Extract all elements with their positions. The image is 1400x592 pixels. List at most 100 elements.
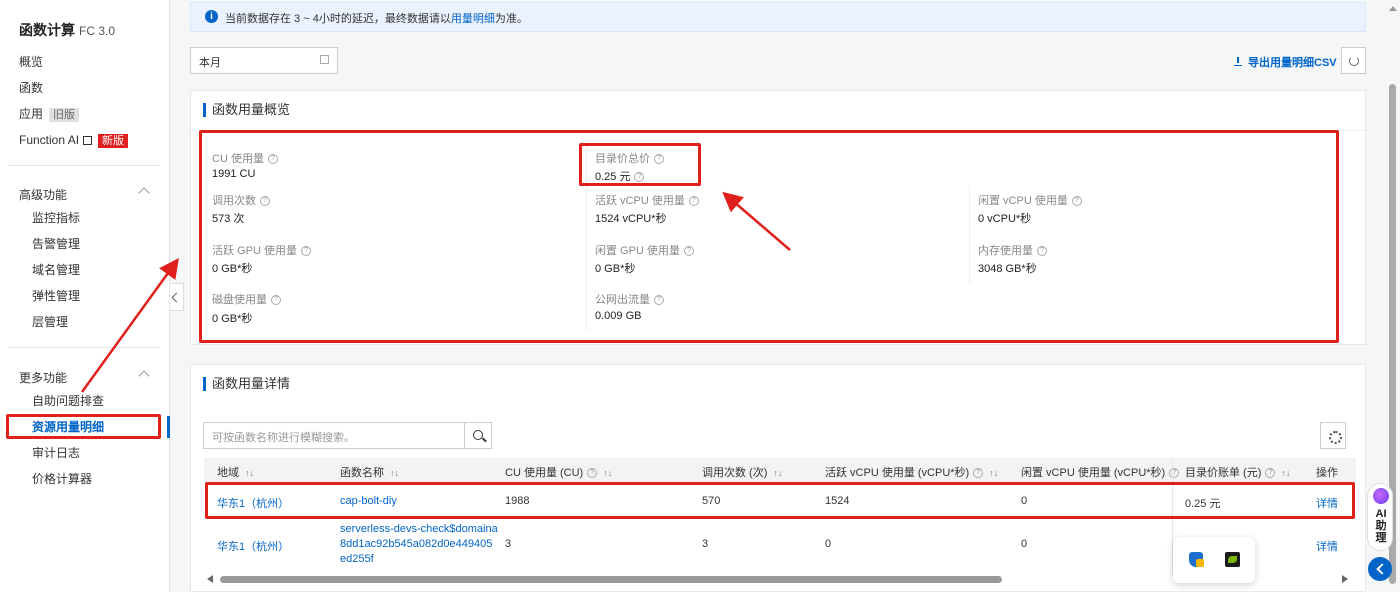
horizontal-scroll-thumb[interactable] — [220, 576, 1002, 583]
column-header-action: 操作 — [1316, 467, 1338, 479]
app-version: FC 3.0 — [79, 24, 116, 38]
sidebar-item-apps[interactable]: 应用 旧版 — [19, 105, 80, 123]
notice-text: 当前数据存在 3 ~ 4小时的延迟，最终数据请以用量明细为准。 — [225, 10, 528, 26]
usage-detail-link[interactable]: 用量明细 — [451, 13, 495, 25]
column-header-calls[interactable]: 调用次数 (次) ↑↓ — [702, 464, 782, 480]
ai-assistant-label: AI 助 理 — [1368, 508, 1394, 544]
column-header-label: 闲置 vCPU 使用量 (vCPU*秒) — [1021, 467, 1166, 479]
ai-assistant-button[interactable]: AI 助 理 — [1367, 483, 1393, 551]
sort-icon[interactable]: ↑↓ — [603, 468, 612, 478]
sidebar-item-label: 域名管理 — [32, 263, 81, 277]
sidebar-item-label: 监控指标 — [32, 211, 81, 225]
system-tray-popup — [1173, 537, 1255, 583]
column-header-label: 地域 — [217, 467, 239, 479]
search-button[interactable] — [464, 422, 492, 449]
details-title: 函数用量详情 — [203, 377, 290, 391]
column-header-region[interactable]: 地域 ↑↓ — [217, 464, 254, 480]
sidebar-item-functions[interactable]: 函数 — [19, 79, 43, 97]
sidebar-item-label: 层管理 — [32, 315, 69, 329]
row-calls: 3 — [702, 538, 709, 550]
annotation-overview-box — [199, 130, 1339, 343]
calendar-icon — [320, 55, 329, 64]
ai-label-line: 理 — [1375, 532, 1387, 544]
help-icon[interactable]: ? — [1169, 468, 1180, 479]
ai-label-line: AI — [1375, 508, 1387, 520]
sidebar-collapse-button[interactable] — [170, 283, 184, 311]
sidebar-divider — [8, 347, 160, 348]
annotation-price-box — [579, 143, 701, 186]
row-function-name[interactable]: serverless-devs-check$domaina — [340, 523, 498, 535]
row-function-name-cont[interactable]: ed255f — [340, 553, 374, 565]
chevron-up-icon[interactable] — [138, 187, 150, 199]
sort-icon[interactable]: ↑↓ — [1281, 468, 1290, 478]
table-settings-button[interactable] — [1320, 422, 1346, 449]
download-icon — [1234, 57, 1242, 66]
month-picker[interactable]: 本月 — [190, 47, 338, 74]
export-csv-link[interactable]: 导出用量明细CSV — [1234, 54, 1337, 70]
sidebar-item-label: 应用 — [19, 107, 44, 121]
scroll-left-arrow[interactable] — [207, 575, 213, 583]
column-header-cu[interactable]: CU 使用量 (CU)? ↑↓ — [505, 464, 612, 480]
sidebar-item-label: 概览 — [19, 55, 44, 69]
sidebar-group-advanced[interactable]: 高级功能 — [19, 186, 67, 203]
sidebar-item-scaling[interactable]: 弹性管理 — [32, 287, 80, 305]
app-title: 函数计算 FC 3.0 — [19, 20, 115, 40]
sort-icon[interactable]: ↑↓ — [773, 468, 782, 478]
refresh-button[interactable] — [1341, 47, 1366, 74]
sidebar-group-label: 更多功能 — [19, 371, 68, 385]
annotation-sidebar-box — [6, 414, 161, 439]
sidebar-item-alerts[interactable]: 告警管理 — [32, 235, 80, 253]
row-region[interactable]: 华东1（杭州） — [217, 538, 289, 554]
old-version-badge: 旧版 — [49, 108, 80, 122]
help-icon[interactable]: ? — [1265, 468, 1276, 479]
sidebar-item-monitoring[interactable]: 监控指标 — [32, 209, 80, 227]
help-icon[interactable]: ? — [973, 468, 984, 479]
shield-icon[interactable] — [1189, 552, 1204, 567]
sidebar-item-label: 弹性管理 — [32, 289, 81, 303]
sort-icon[interactable]: ↑↓ — [989, 468, 998, 478]
sidebar-item-audit-log[interactable]: 审计日志 — [32, 444, 80, 462]
nvidia-icon[interactable] — [1225, 552, 1240, 567]
row-function-name-cont[interactable]: 8dd1ac92b545a082d0e449405 — [340, 538, 492, 550]
month-picker-value: 本月 — [199, 57, 221, 69]
chevron-up-icon[interactable] — [138, 370, 150, 382]
sidebar-item-label: 价格计算器 — [32, 472, 93, 486]
sort-icon[interactable]: ↑↓ — [390, 468, 399, 478]
sidebar-group-more[interactable]: 更多功能 — [19, 369, 67, 386]
annotation-row-box — [205, 482, 1355, 519]
ai-label-line: 助 — [1375, 520, 1387, 532]
help-icon[interactable]: ? — [587, 468, 598, 479]
sidebar-item-price-calculator[interactable]: 价格计算器 — [32, 470, 92, 488]
sidebar-item-label: 审计日志 — [32, 446, 81, 460]
row-detail-link[interactable]: 详情 — [1316, 538, 1338, 554]
column-header-label: 函数名称 — [340, 467, 384, 479]
export-label: 导出用量明细CSV — [1248, 57, 1337, 69]
delay-notice: i 当前数据存在 3 ~ 4小时的延迟，最终数据请以用量明细为准。 — [190, 2, 1366, 32]
sidebar-item-function-ai[interactable]: Function AI 新版 — [19, 131, 129, 149]
chevron-left-icon[interactable] — [1368, 557, 1392, 581]
column-header-bill[interactable]: 目录价账单 (元)? ↑↓ — [1185, 464, 1290, 480]
column-header-label: CU 使用量 (CU) — [505, 467, 584, 479]
sidebar-item-label: 自助问题排查 — [32, 394, 105, 408]
column-header-label: 调用次数 (次) — [702, 467, 768, 479]
sidebar-item-domains[interactable]: 域名管理 — [32, 261, 80, 279]
column-header-name[interactable]: 函数名称 ↑↓ — [340, 464, 399, 480]
scroll-up-arrow[interactable] — [1389, 6, 1397, 11]
column-header-label: 活跃 vCPU 使用量 (vCPU*秒) — [825, 467, 970, 479]
sidebar-item-label: 函数 — [19, 81, 44, 95]
sidebar-item-troubleshoot[interactable]: 自助问题排查 — [32, 392, 104, 410]
sidebar-divider — [8, 165, 160, 166]
overview-title: 函数用量概览 — [203, 103, 290, 117]
ai-logo-icon — [1373, 488, 1389, 504]
scroll-right-arrow[interactable] — [1342, 575, 1348, 583]
sidebar-item-overview[interactable]: 概览 — [19, 53, 43, 71]
column-header-idle-vcpu[interactable]: 闲置 vCPU 使用量 (vCPU*秒)? — [1021, 464, 1180, 480]
sidebar-item-layers[interactable]: 层管理 — [32, 313, 68, 331]
column-header-active-vcpu[interactable]: 活跃 vCPU 使用量 (vCPU*秒)? ↑↓ — [825, 464, 998, 480]
new-version-badge: 新版 — [98, 134, 129, 148]
sort-icon[interactable]: ↑↓ — [245, 468, 254, 478]
function-search-input[interactable]: 可按函数名称进行模糊搜索。 — [203, 422, 465, 449]
row-active-vcpu: 0 — [825, 538, 832, 550]
external-link-icon — [83, 136, 93, 145]
row-cu: 3 — [505, 538, 512, 550]
